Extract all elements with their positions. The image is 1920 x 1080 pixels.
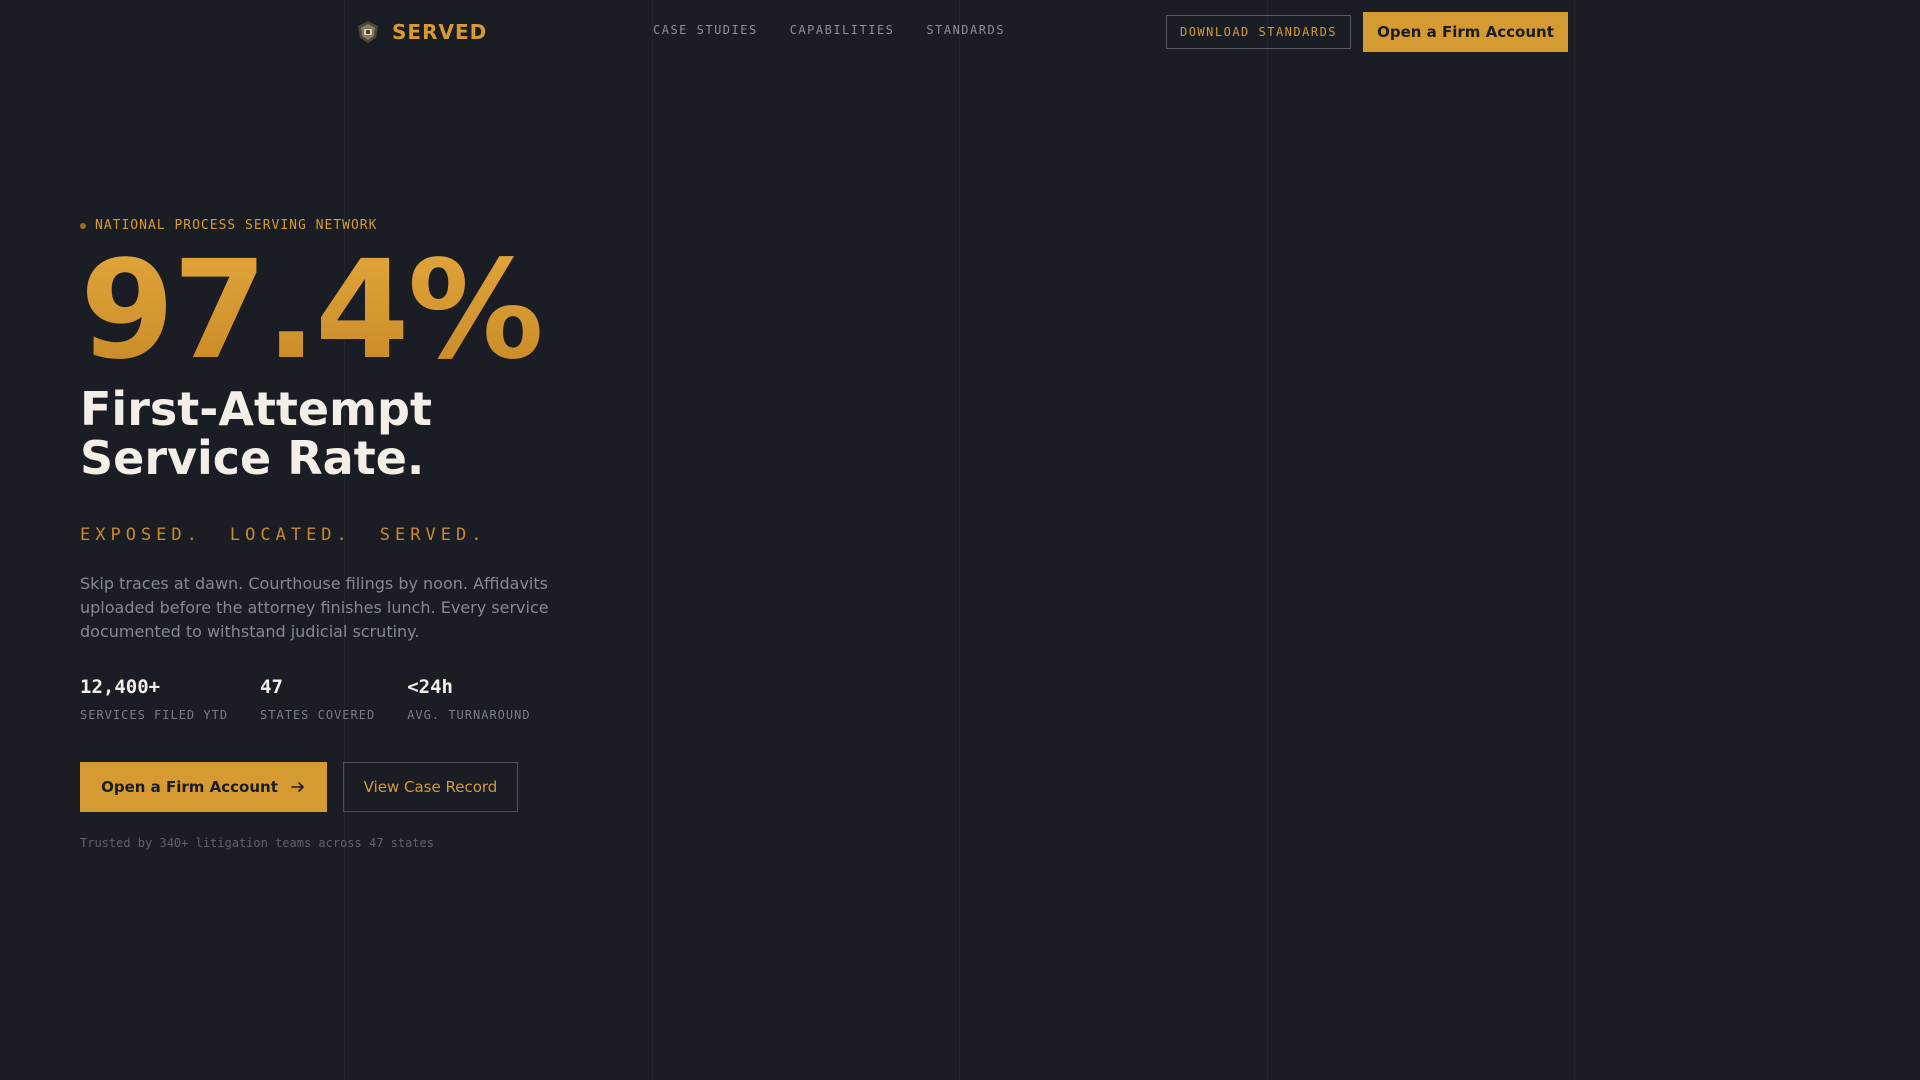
- brand-logo[interactable]: SERVED: [354, 18, 487, 46]
- dot-icon: [80, 222, 86, 229]
- nav-capabilities[interactable]: CAPABILITIES: [790, 23, 895, 37]
- nav-links: CASE STUDIES CAPABILITIES STANDARDS: [653, 23, 1005, 37]
- stats-row: 12,400+ SERVICES FILED YTD 47 STATES COV…: [80, 676, 640, 722]
- stat-value: <24h: [407, 676, 453, 698]
- trust-note: Trusted by 340+ litigation teams across …: [80, 836, 435, 850]
- arrow-right-icon: [291, 782, 304, 792]
- tagline-word-3: SERVED.: [379, 525, 487, 545]
- hero-section: NATIONAL PROCESS SERVING NETWORK 97.4% F…: [80, 218, 640, 850]
- nav-standards[interactable]: STANDARDS: [926, 23, 1005, 37]
- stat-label: SERVICES FILED YTD: [80, 708, 229, 722]
- stat-label: STATES COVERED: [260, 708, 376, 722]
- stat-value: 12,400+: [80, 676, 161, 698]
- eyebrow-text: NATIONAL PROCESS SERVING NETWORK: [95, 218, 378, 233]
- headline-line-2: Service Rate.: [80, 431, 425, 485]
- stat-services: 12,400+ SERVICES FILED YTD: [80, 676, 228, 722]
- download-standards-button[interactable]: DOWNLOAD STANDARDS: [1166, 15, 1351, 49]
- stat-value: 47: [260, 676, 283, 698]
- hero-description: Skip traces at dawn. Courthouse filings …: [80, 574, 549, 641]
- hero-headline: First-Attempt Service Rate.: [80, 385, 640, 483]
- headline-line-1: First-Attempt: [80, 382, 432, 436]
- stat-turnaround: <24h AVG. TURNAROUND: [407, 676, 530, 722]
- open-account-button[interactable]: Open a Firm Account: [80, 762, 327, 812]
- nav-case-studies[interactable]: CASE STUDIES: [653, 23, 758, 37]
- tagline: EXPOSED. LOCATED. SERVED.: [80, 525, 640, 545]
- shield-icon: [358, 21, 378, 43]
- stat-label: AVG. TURNAROUND: [407, 708, 531, 722]
- eyebrow: NATIONAL PROCESS SERVING NETWORK: [80, 218, 640, 233]
- open-account-label: Open a Firm Account: [101, 778, 278, 796]
- stat-states: 47 STATES COVERED: [260, 676, 375, 722]
- view-case-record-button[interactable]: View Case Record: [343, 762, 518, 812]
- hero-stat: 97.4%: [80, 243, 640, 379]
- tagline-word-2: LOCATED.: [229, 525, 352, 545]
- brand-name: SERVED: [392, 20, 488, 44]
- open-account-header-button[interactable]: Open a Firm Account: [1363, 12, 1568, 52]
- tagline-word-1: EXPOSED.: [80, 525, 202, 545]
- top-navigation: SERVED CASE STUDIES CAPABILITIES STANDAR…: [0, 0, 1920, 64]
- cta-row: Open a Firm Account View Case Record: [80, 762, 640, 812]
